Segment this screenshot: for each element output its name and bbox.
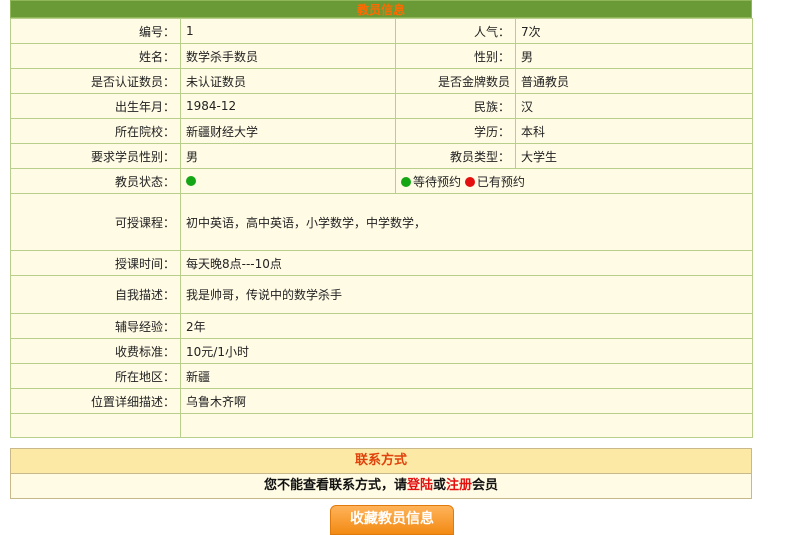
table-row: 要求学员性别： 男 教员类型： 大学生 [10,143,753,169]
ethnicity-label: 民族： [395,93,516,119]
table-row: 位置详细描述： 乌鲁木齐啊 [10,388,753,414]
table-row: 收费标准： 10元/1小时 [10,338,753,364]
student-gender-label: 要求学员性别： [10,143,181,169]
contact-section: 联系方式 您不能查看联系方式，请登陆或注册会员 [10,448,752,499]
education-value: 本科 [515,118,753,144]
table-row: 可授课程： 初中英语，高中英语，小学数学，中学数学， [10,193,753,251]
table-row: 所在地区： 新疆 [10,363,753,389]
legend-booked: 已有预约 [476,174,525,189]
legend-waiting: 等待预约 [413,174,462,189]
panel-title: 教员信息 [10,0,752,18]
address-value: 乌鲁木齐啊 [180,388,753,414]
empty-cell [180,413,753,438]
education-label: 学历： [395,118,516,144]
contact-title: 联系方式 [11,449,751,474]
gender-label: 性别： [395,43,516,69]
table-row: 姓名： 数学杀手数员 性别： 男 [10,43,753,69]
region-label: 所在地区： [10,363,181,389]
school-value: 新疆财经大学 [180,118,396,144]
contact-message: 您不能查看联系方式，请登陆或注册会员 [11,474,751,498]
register-link[interactable]: 注册 [446,478,472,493]
contact-text-before: 您不能查看联系方式，请 [263,478,407,493]
birth-value: 1984-12 [180,93,396,119]
table-row: 授课时间： 每天晚8点---10点 [10,250,753,276]
gender-value: 男 [515,43,753,69]
courses-value: 初中英语，高中英语，小学数学，中学数学， [180,193,753,251]
birth-label: 出生年月： [10,93,181,119]
id-label: 编号： [10,18,181,44]
table-row: 辅导经验： 2年 [10,313,753,339]
green-dot-icon [186,176,196,186]
tutor-info-table: 编号： 1 人气： 7次 姓名： 数学杀手数员 性别： 男 是否认证数员： 未认… [10,18,753,438]
ethnicity-value: 汉 [515,93,753,119]
school-label: 所在院校： [10,118,181,144]
table-row: 所在院校： 新疆财经大学 学历： 本科 [10,118,753,144]
fee-value: 10元/1小时 [180,338,753,364]
login-link[interactable]: 登陆 [407,478,433,493]
table-row: 是否认证数员： 未认证数员 是否金牌数员 普通教员 [10,68,753,94]
red-dot-icon [464,176,475,187]
student-gender-value: 男 [180,143,396,169]
status-legend: 等待预约 已有预约 [395,168,753,194]
name-label: 姓名： [10,43,181,69]
contact-text-after: 会员 [472,478,499,493]
tutor-type-value: 大学生 [515,143,753,169]
tutor-info-panel: 教员信息 编号： 1 人气： 7次 姓名： 数学杀手数员 性别： 男 是否认证数… [10,0,753,438]
certified-label: 是否认证数员： [10,68,181,94]
region-value: 新疆 [180,363,753,389]
time-label: 授课时间： [10,250,181,276]
table-row [10,413,753,438]
table-row: 自我描述： 我是帅哥，传说中的数学杀手 [10,275,753,314]
gold-value: 普通教员 [515,68,753,94]
address-label: 位置详细描述： [10,388,181,414]
gold-label: 是否金牌数员 [395,68,516,94]
tutor-type-label: 教员类型： [395,143,516,169]
courses-label: 可授课程： [10,193,181,251]
popularity-label: 人气： [395,18,516,44]
popularity-value: 7次 [515,18,753,44]
empty-cell [10,413,181,438]
id-value: 1 [180,18,396,44]
experience-value: 2年 [180,313,753,339]
status-label: 教员状态： [10,168,181,194]
fee-label: 收费标准： [10,338,181,364]
self-desc-label: 自我描述： [10,275,181,314]
green-dot-icon [401,176,411,187]
experience-label: 辅导经验： [10,313,181,339]
table-row: 出生年月： 1984-12 民族： 汉 [10,93,753,119]
favorite-tutor-button[interactable]: 收藏教员信息 [330,505,454,535]
certified-value: 未认证数员 [180,68,396,94]
table-row: 编号： 1 人气： 7次 [10,18,753,44]
contact-or-text: 或 [432,478,446,493]
table-row: 教员状态： 等待预约 已有预约 [10,168,753,194]
self-desc-value: 我是帅哥，传说中的数学杀手 [180,275,753,314]
time-value: 每天晚8点---10点 [180,250,753,276]
status-value [180,168,396,194]
name-value: 数学杀手数员 [180,43,396,69]
